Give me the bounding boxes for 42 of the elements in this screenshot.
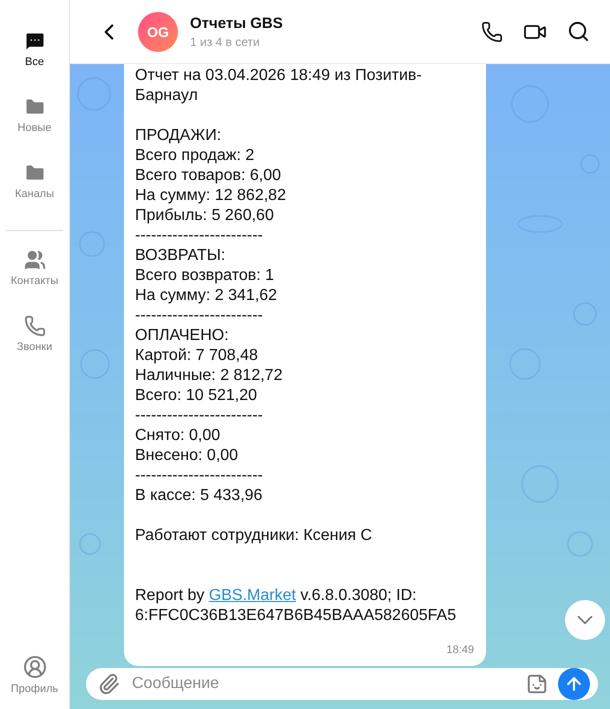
message-line: Наличные: 2 812,72 bbox=[135, 366, 284, 386]
message-line: В кассе: 5 433,96 bbox=[135, 486, 264, 506]
nav-item[interactable]: Контакты bbox=[0, 249, 69, 315]
people-icon bbox=[24, 249, 46, 271]
message-line: Картой: 7 708,48 bbox=[135, 346, 259, 366]
profile-icon bbox=[22, 655, 46, 679]
phone-icon bbox=[24, 315, 46, 337]
profile-item[interactable]: Профиль bbox=[0, 655, 69, 695]
folder-tab[interactable]: Все bbox=[0, 30, 69, 96]
folder-tab[interactable]: Новые bbox=[0, 96, 69, 162]
search-icon bbox=[567, 20, 590, 43]
site-link[interactable]: GBS.Market bbox=[208, 587, 296, 604]
phone-icon bbox=[481, 20, 503, 42]
message-line: Работают сотрудники: Ксения С bbox=[135, 526, 374, 546]
message-line: ВОЗВРАТЫ: bbox=[135, 246, 226, 266]
folder-tab[interactable]: Каналы bbox=[0, 162, 69, 228]
nav-item[interactable]: Звонки bbox=[0, 315, 69, 381]
chat-avatar: OG bbox=[138, 12, 178, 52]
message-line: ОПЛАЧЕНО: bbox=[135, 326, 230, 346]
message-line: Отчет на 03.04.2026 18:49 из Позитив-Барнаул bbox=[135, 66, 423, 106]
online-status: 1 из 4 в сети bbox=[190, 34, 261, 48]
attach-icon[interactable] bbox=[98, 673, 120, 695]
send-button[interactable] bbox=[558, 668, 590, 700]
message-time: 18:49 bbox=[446, 644, 474, 656]
message-line: ------------------------ bbox=[135, 306, 264, 326]
message-line: На сумму: 12 862,82 bbox=[135, 186, 287, 206]
message-line: На сумму: 2 341,62 bbox=[135, 286, 278, 306]
report-footer: Report by GBS.Market v.6.8.0.3080; ID: 6:FFC0C36B13E647B6B45BAAA582605FA5 bbox=[135, 586, 474, 626]
message-line: ПРОДАЖИ: bbox=[135, 126, 222, 146]
sticker-icon[interactable] bbox=[526, 673, 548, 695]
message-line: Всего товаров: 6,00 bbox=[135, 166, 282, 186]
message-line: Внесено: 0,00 bbox=[135, 446, 240, 466]
message-line: ------------------------ bbox=[135, 466, 264, 486]
message-line: ------------------------ bbox=[135, 406, 264, 426]
message-line: Всего: 10 521,20 bbox=[135, 386, 258, 406]
message-line: Всего возвратов: 1 bbox=[135, 266, 276, 286]
message-line: ------------------------ bbox=[135, 226, 264, 246]
message-line: Снято: 0,00 bbox=[135, 426, 222, 446]
message-line: Всего продаж: 2 bbox=[135, 146, 256, 166]
message-line: Прибыль: 5 260,60 bbox=[135, 206, 275, 226]
message-composer[interactable]: Сообщение bbox=[86, 668, 598, 700]
chat-title: Отчеты GBS bbox=[190, 14, 284, 32]
